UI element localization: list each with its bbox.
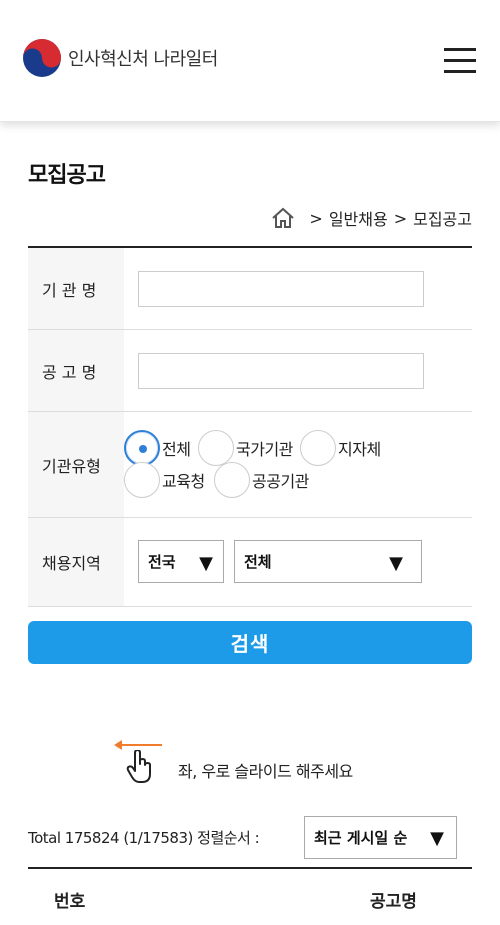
notice-title-row: 공 고 명 — [28, 330, 472, 412]
breadcrumb-item-notice[interactable]: 모집공고 — [413, 206, 472, 230]
sort-order-select[interactable]: 최근 게시일 순 ▼ — [304, 816, 457, 859]
radio-label: 전체 — [162, 439, 191, 459]
results-table-header: 번호 공고명 — [28, 867, 472, 925]
page-title: 모집공고 — [28, 163, 106, 188]
radio-all[interactable]: 전체 — [124, 429, 191, 466]
radio-label: 지자체 — [338, 439, 381, 459]
radio-circle[interactable] — [300, 429, 336, 466]
region-primary-value: 전국 — [148, 553, 176, 571]
hand-pointer-icon — [126, 750, 151, 783]
radio-circle[interactable] — [198, 429, 234, 466]
slide-hint-text: 좌, 우로 슬라이드 해주세요 — [178, 762, 353, 781]
radio-label: 교육청 — [162, 471, 205, 491]
dropdown-arrow-icon: ▼ — [430, 828, 444, 849]
region-row: 채용지역 전국 ▼ 전체 ▼ — [28, 518, 472, 607]
radio-label: 공공기관 — [252, 471, 309, 491]
region-primary-select[interactable]: 전국 ▼ — [138, 540, 224, 583]
radio-education[interactable]: 교육청 — [124, 461, 205, 498]
institution-type-row: 기관유형 전체 국가기관 지자체 교육청 공공기관 — [28, 412, 472, 518]
institution-row: 기 관 명 — [28, 248, 472, 330]
logo-text: 인사혁신처 나라일터 — [68, 49, 218, 70]
dropdown-arrow-icon: ▼ — [389, 553, 403, 574]
column-header-title: 공고명 — [370, 892, 417, 912]
radio-local-gov[interactable]: 지자체 — [300, 429, 381, 466]
breadcrumb: > 일반채용 > 모집공고 — [271, 206, 472, 230]
institution-input[interactable] — [138, 270, 424, 307]
header: 인사혁신처 나라일터 — [0, 0, 500, 122]
region-label: 채용지역 — [28, 518, 124, 606]
column-header-number: 번호 — [54, 892, 86, 912]
radio-public-institution[interactable]: 공공기관 — [214, 461, 309, 498]
sort-label: 정렬순서 : — [197, 829, 260, 847]
region-secondary-select[interactable]: 전체 ▼ — [234, 540, 422, 583]
site-logo[interactable]: 인사혁신처 나라일터 — [22, 38, 218, 78]
slide-hint: 좌, 우로 슬라이드 해주세요 — [114, 738, 414, 788]
taegeuk-logo-icon — [23, 39, 61, 77]
radio-circle[interactable] — [124, 461, 160, 498]
total-count: Total 175824 (1/17583) — [28, 829, 193, 847]
radio-national[interactable]: 국가기관 — [198, 429, 293, 466]
home-icon[interactable] — [271, 207, 295, 229]
institution-type-radios: 전체 국가기관 지자체 교육청 공공기관 — [124, 412, 454, 518]
radio-circle[interactable] — [214, 461, 250, 498]
sort-order-value: 최근 게시일 순 — [314, 829, 408, 847]
breadcrumb-item-general-hiring[interactable]: 일반채용 — [329, 206, 388, 230]
breadcrumb-separator: > — [309, 208, 323, 228]
notice-title-input[interactable] — [138, 352, 424, 389]
institution-label: 기 관 명 — [28, 248, 124, 329]
results-summary: Total 175824 (1/17583) 정렬순서 : — [28, 827, 260, 848]
breadcrumb-separator: > — [393, 208, 408, 228]
search-form: 기 관 명 공 고 명 기관유형 전체 국가기관 지자체 교육청 공공기관 채용… — [28, 246, 472, 607]
notice-title-label: 공 고 명 — [28, 330, 124, 411]
search-button[interactable]: 검색 — [28, 621, 472, 664]
radio-circle-checked[interactable] — [124, 429, 160, 466]
hamburger-menu-icon[interactable] — [444, 48, 478, 74]
radio-label: 국가기관 — [236, 439, 293, 459]
dropdown-arrow-icon: ▼ — [199, 553, 213, 574]
institution-type-label: 기관유형 — [28, 412, 124, 517]
region-secondary-value: 전체 — [244, 553, 272, 571]
